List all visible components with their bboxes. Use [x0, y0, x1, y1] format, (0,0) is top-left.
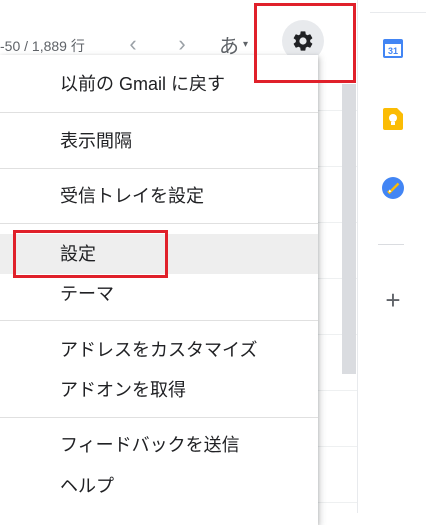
menu-item-label: アドレスをカスタマイズ — [60, 340, 258, 360]
highlight-box-settings-item — [13, 230, 168, 278]
menu-item-label: 以前の Gmail に戻す — [60, 74, 226, 94]
scrollbar[interactable] — [342, 84, 356, 374]
keep-icon — [383, 108, 403, 130]
add-app-button[interactable]: + — [381, 286, 405, 314]
next-page-button[interactable]: › — [170, 30, 194, 58]
side-panel-top-line — [370, 12, 426, 13]
tasks-icon — [382, 177, 404, 199]
previous-page-button[interactable]: ‹ — [121, 30, 145, 58]
calendar-app-button[interactable]: 31 — [381, 36, 405, 60]
menu-item-label: アドオンを取得 — [60, 380, 186, 400]
menu-divider — [0, 320, 318, 321]
side-panel — [357, 0, 426, 513]
menu-item-customize-address[interactable]: アドレスをカスタマイズ — [0, 336, 318, 364]
menu-divider — [0, 223, 318, 224]
menu-item-label: 受信トレイを設定 — [60, 186, 204, 206]
side-panel-divider — [378, 244, 404, 245]
menu-item-label: テーマ — [60, 284, 114, 304]
menu-item-label: ヘルプ — [60, 476, 114, 496]
menu-divider — [0, 112, 318, 113]
menu-item-themes[interactable]: テーマ — [0, 280, 318, 308]
menu-item-label: フィードバックを送信 — [60, 435, 240, 455]
menu-item-get-addons[interactable]: アドオンを取得 — [0, 376, 318, 404]
tasks-app-button[interactable] — [381, 176, 405, 200]
menu-item-send-feedback[interactable]: フィードバックを送信 — [0, 431, 318, 459]
menu-divider — [0, 417, 318, 418]
pagination-text: -50 / 1,889 行 — [0, 38, 85, 54]
menu-divider — [0, 168, 318, 169]
settings-menu: 以前の Gmail に戻す 表示間隔 受信トレイを設定 設定 テーマ アドレスを… — [0, 55, 318, 525]
input-tools-button[interactable]: あ ▾ — [219, 30, 248, 58]
chevron-down-icon: ▾ — [243, 38, 249, 50]
calendar-icon: 31 — [383, 39, 403, 58]
menu-item-label: 表示間隔 — [60, 131, 132, 151]
keep-app-button[interactable] — [381, 107, 405, 131]
menu-item-display-density[interactable]: 表示間隔 — [0, 127, 318, 155]
menu-item-configure-inbox[interactable]: 受信トレイを設定 — [0, 182, 318, 210]
calendar-day: 31 — [388, 46, 398, 56]
highlight-box-settings-gear — [254, 3, 356, 83]
menu-item-help[interactable]: ヘルプ — [0, 472, 318, 500]
